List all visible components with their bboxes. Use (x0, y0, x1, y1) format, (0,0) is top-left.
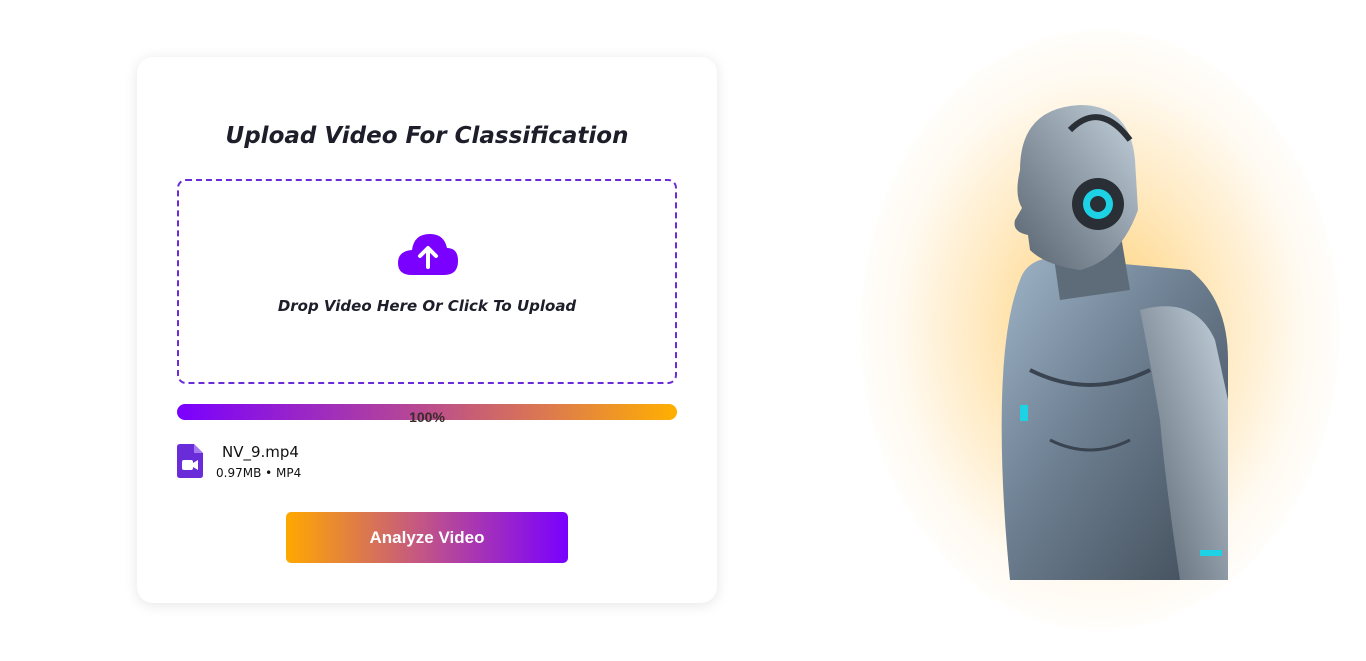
uploaded-file: NV_9.mp4 0.97MB • MP4 (177, 443, 477, 483)
cloud-upload-icon (398, 234, 458, 275)
file-meta: 0.97MB • MP4 (216, 466, 302, 480)
file-name: NV_9.mp4 (222, 443, 299, 461)
dropzone-label: Drop Video Here Or Click To Upload (277, 297, 577, 315)
video-file-icon (177, 444, 203, 478)
video-dropzone[interactable]: Drop Video Here Or Click To Upload (177, 179, 677, 384)
upload-progress-bar: 100% (177, 404, 677, 425)
page-title: Upload Video For Classification (225, 123, 629, 149)
upload-card: Upload Video For Classification Drop Vid… (137, 57, 717, 603)
robot-illustration (1001, 105, 1228, 580)
upload-progress-label: 100% (409, 409, 445, 425)
analyze-video-button[interactable]: Analyze Video (286, 512, 568, 563)
